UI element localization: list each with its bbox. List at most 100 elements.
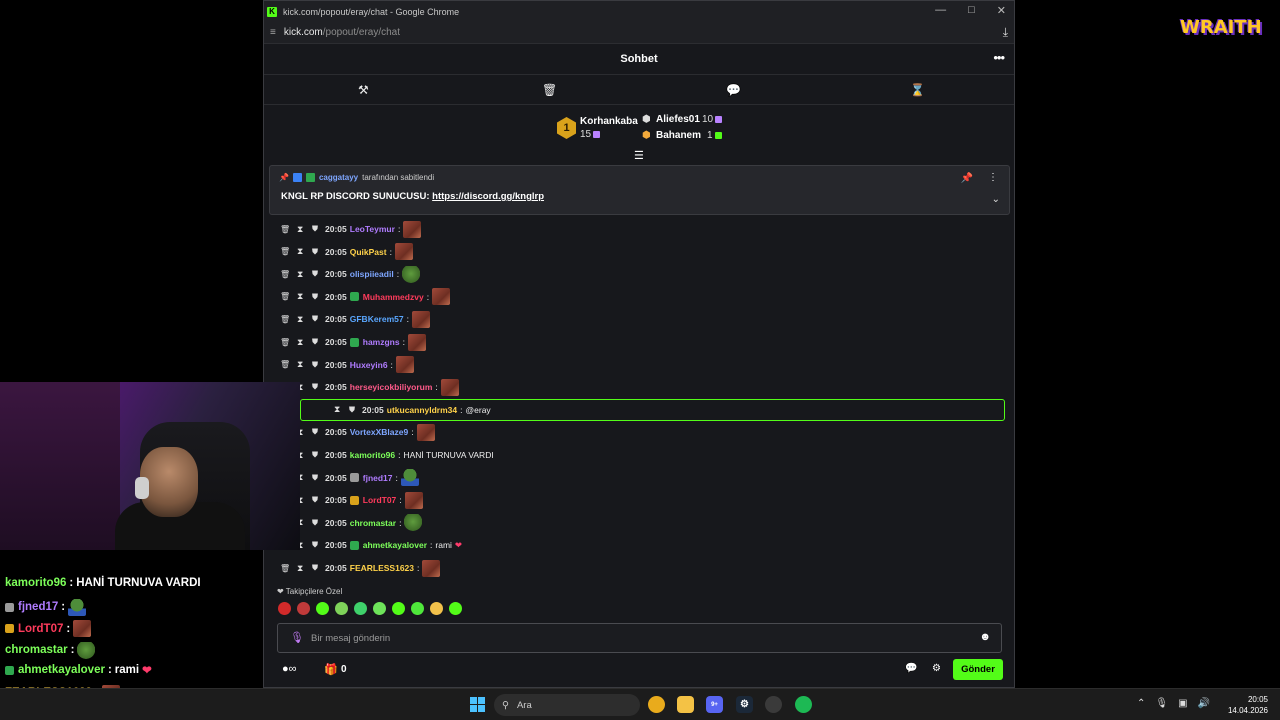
address-bar[interactable]: ≡ kick.com/popout/eray/chat ⤓ [264, 22, 1014, 44]
chat-message[interactable]: 🗑⧗⛊20:05VortexXBlaze9: [264, 421, 1014, 443]
chat-message[interactable]: 🗑⧗⛊20:05fjned17: [264, 467, 1014, 489]
ban-icon[interactable]: ⛊ [349, 405, 355, 415]
chat-settings-bubble-icon[interactable]: 💬 [905, 663, 917, 674]
send-button[interactable]: Gönder [953, 659, 1003, 680]
ban-icon[interactable]: ⛊ [312, 518, 318, 528]
emote-icon[interactable] [373, 602, 386, 615]
chat-message[interactable]: 🗑⧗⛊20:05chromastar: [264, 512, 1014, 534]
ban-icon[interactable]: ⛊ [312, 224, 318, 234]
gifter-name[interactable]: Korhankaba [580, 116, 638, 127]
emote-icon[interactable] [392, 602, 405, 615]
chat-message[interactable]: 🗑 ⧗ ⛊ 20:05 GFBKerem57: [264, 308, 1014, 330]
gifter-name[interactable]: Aliefes01 [656, 114, 700, 125]
timeout-icon[interactable]: ⧗ [297, 269, 303, 280]
emote-icon[interactable] [411, 602, 424, 615]
ban-icon[interactable]: ⛊ [312, 473, 318, 483]
gifter-name[interactable]: Bahanem [656, 130, 701, 141]
pinned-by-user[interactable]: caggatayy [319, 173, 358, 182]
discord-icon[interactable]: 9+ [706, 696, 723, 713]
delete-icon[interactable]: 🗑 [280, 292, 290, 301]
emote-icon[interactable] [335, 602, 348, 615]
maximize-button[interactable]: □ [968, 4, 975, 17]
ban-icon[interactable]: ⛊ [312, 382, 318, 392]
site-settings-icon[interactable]: ≡ [270, 27, 276, 38]
message-username[interactable]: LordT07 [363, 495, 397, 505]
chat-message[interactable]: 🗑 ⧗ ⛊ 20:05 hamzgns: [264, 331, 1014, 353]
chevron-down-icon[interactable]: ⌄ [992, 194, 1000, 205]
delete-icon[interactable]: 🗑 [280, 360, 290, 369]
timeout-icon[interactable]: ⧗ [297, 563, 303, 574]
message-username[interactable]: kamorito96 [350, 450, 395, 460]
chat-message[interactable]: 🗑⧗⛊20:05herseyicokbiliyorum: [264, 376, 1014, 398]
emote-icon[interactable] [430, 602, 443, 615]
chat-message[interactable]: 🗑 ⧗ ⛊ 20:05 LeoTeymur: [264, 218, 1014, 240]
message-input[interactable]: 🎙 Bir mesaj gönderin ☻ [277, 623, 1002, 653]
message-username[interactable]: fjned17 [363, 473, 393, 483]
chat-message[interactable]: 🗑 ⧗ ⛊ 20:05 QuikPast: [264, 241, 1014, 263]
chat-message[interactable]: 🗑⧗⛊20:05kamorito96:HANİ TURNUVA VARDI [264, 444, 1014, 466]
steam-icon[interactable]: ⚙ [736, 696, 753, 713]
ban-icon[interactable]: ⛊ [312, 450, 318, 460]
close-window-button[interactable]: ✕ [997, 4, 1006, 17]
message-username[interactable]: Muhammedzvy [363, 292, 424, 302]
chat-message[interactable]: 🗑 ⧗ ⛊ 20:05 Muhammedzvy: [264, 286, 1014, 308]
download-icon[interactable]: ⤓ [1003, 25, 1008, 40]
delete-icon[interactable]: 🗑 [280, 270, 290, 279]
message-username[interactable]: FEARLESS1623 [350, 563, 414, 573]
delete-icon[interactable]: 🗑 [280, 338, 290, 347]
emote-icon[interactable] [278, 602, 291, 615]
emote-icon[interactable] [449, 602, 462, 615]
ban-icon[interactable]: ⛊ [312, 269, 318, 279]
chat-message[interactable]: 🗑 ⧗ ⛊ 20:05 Huxeyin6: [264, 354, 1014, 376]
message-username[interactable]: chromastar [350, 518, 396, 528]
minimize-button[interactable]: — [935, 4, 946, 17]
ban-icon[interactable]: ⛊ [312, 314, 318, 324]
microphone-icon[interactable]: 🎙 [290, 631, 304, 644]
ban-icon[interactable]: ⛊ [312, 337, 318, 347]
message-username[interactable]: VortexXBlaze9 [350, 427, 408, 437]
hourglass-icon[interactable]: ⌛ [910, 83, 925, 97]
chat-message-list[interactable]: 🗑 ⧗ ⛊ 20:05 LeoTeymur: 🗑 ⧗ ⛊ 20:05 QuikPast: 🗑 ⧗ ⛊ 20… [264, 216, 1014, 586]
timeout-icon[interactable]: ⧗ [297, 246, 303, 257]
emote-icon[interactable] [316, 602, 329, 615]
message-username[interactable]: herseyicokbiliyorum [350, 382, 433, 392]
chat-message[interactable]: ⧗ ⛊ 20:05 utkucannyldrm34: @eray [300, 398, 1005, 421]
windows-start-icon[interactable] [470, 697, 485, 712]
message-username[interactable]: GFBKerem57 [350, 314, 404, 324]
emoji-picker-icon[interactable]: ☻ [979, 631, 991, 643]
clock[interactable]: 20:05 14.04.2026 [1228, 694, 1268, 716]
ban-icon[interactable]: ⛊ [312, 495, 318, 505]
chat-message[interactable]: 🗑⧗⛊20:05LordT07: [264, 489, 1014, 511]
message-username[interactable]: utkucannyldrm34 [387, 405, 457, 415]
taskbar-search[interactable]: ⚲ Ara [494, 694, 640, 716]
chat-bubble-icon[interactable]: 💬 [726, 83, 741, 97]
delete-icon[interactable]: 🗑 [280, 225, 290, 234]
delete-icon[interactable]: 🗑 [280, 247, 290, 256]
microphone-tray-icon[interactable]: 🎙 [1155, 698, 1168, 709]
ban-icon[interactable]: ⛊ [312, 540, 318, 550]
timeout-icon[interactable]: ⧗ [297, 337, 303, 348]
gear-icon[interactable]: ⚙ [932, 663, 941, 674]
delete-icon[interactable]: 🗑 [280, 315, 290, 324]
filter-icon[interactable]: ☰ [634, 149, 644, 162]
message-username[interactable]: LeoTeymur [350, 224, 395, 234]
message-username[interactable]: ahmetkayalover [363, 540, 427, 550]
ban-icon[interactable]: ⛊ [312, 292, 318, 302]
chat-message[interactable]: 🗑 ⧗ ⛊ 20:05 olispiieadil: [264, 263, 1014, 285]
more-options-icon[interactable]: ••• [993, 50, 1005, 65]
speaker-icon[interactable]: 🔊 [1198, 698, 1210, 709]
ban-icon[interactable]: ⛊ [312, 247, 318, 257]
discord-link[interactable]: https://discord.gg/knglrp [432, 191, 544, 202]
timeout-icon[interactable]: ⧗ [297, 314, 303, 325]
message-username[interactable]: hamzgns [363, 337, 400, 347]
emote-icon[interactable] [354, 602, 367, 615]
ban-hammer-icon[interactable]: ⚒ [358, 83, 369, 97]
file-explorer-icon[interactable] [677, 696, 694, 713]
ban-icon[interactable]: ⛊ [312, 563, 318, 573]
timeout-icon[interactable]: ⧗ [297, 359, 303, 370]
chevron-up-icon[interactable]: ⌃ [1137, 698, 1145, 709]
chat-message[interactable]: 🗑 ⧗ ⛊ 20:05 FEARLESS1623: [264, 557, 1014, 579]
timeout-icon[interactable]: ⧗ [297, 291, 303, 302]
trash-icon[interactable]: 🗑 [542, 83, 557, 97]
gift-box-icon[interactable]: 🎁 [324, 663, 338, 676]
